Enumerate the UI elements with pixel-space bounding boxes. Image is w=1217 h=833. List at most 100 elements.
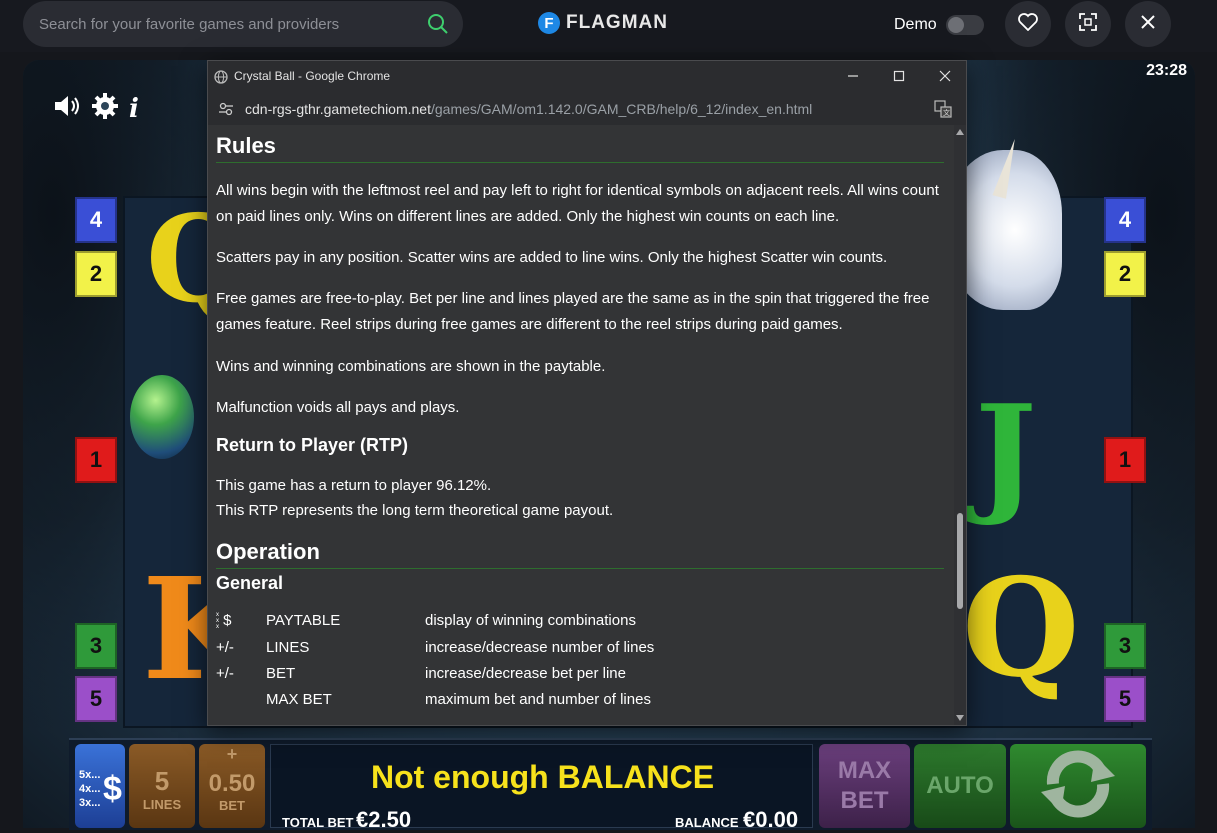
rtp-line-2: This RTP represents the long term theore… [216, 502, 614, 519]
help-table-name: MAX BET [266, 691, 332, 708]
line-badge-right-3[interactable]: 3 [1104, 623, 1146, 669]
rules-paragraph: Wins and winning combinations are shown … [216, 358, 606, 375]
help-table-row: +/- LINES increase/decrease number of li… [216, 635, 946, 661]
spin-icon [1035, 742, 1121, 831]
maximize-icon [893, 69, 905, 85]
window-title: Crystal Ball - Google Chrome [234, 69, 391, 83]
settings-gear-icon[interactable] [91, 92, 119, 125]
close-icon [939, 69, 951, 85]
site-topbar: Search for your favorite games and provi… [0, 0, 1217, 52]
help-table-icon: +/- [216, 639, 234, 656]
url-path: /games/GAM/om1.142.0/GAM_CRB/help/6_12/i… [430, 101, 813, 117]
browser-titlebar: Crystal Ball - Google Chrome [208, 61, 966, 93]
help-table-name: PAYTABLE [266, 612, 341, 629]
lines-label: LINES [142, 797, 182, 812]
scroll-thumb[interactable] [957, 513, 963, 609]
paytable-icon: xxx $ [216, 612, 232, 631]
spin-button[interactable] [1010, 744, 1146, 828]
rtp-line-1: This game has a return to player 96.12%. [216, 477, 492, 494]
help-table-row: xxx $ PAYTABLE display of winning combin… [216, 608, 946, 634]
window-close-button[interactable] [922, 65, 968, 89]
minimize-icon [847, 69, 859, 85]
rules-paragraph: Free games are free-to-play. Bet per lin… [216, 290, 930, 333]
logo-text: FLAGMAN [566, 12, 668, 33]
browser-window: Crystal Ball - Google Chrome cdn-rgs-gth… [207, 60, 967, 726]
rules-paragraph: All wins begin with the leftmost reel an… [216, 182, 939, 225]
bet-value: 0.50 [208, 769, 256, 797]
help-table-name: BET [266, 665, 296, 682]
bet-button[interactable]: + 0.50 BET [199, 744, 265, 828]
help-table-icon: +/- [216, 665, 234, 682]
dollar-icon: $ [103, 770, 122, 808]
help-table-desc: display of winning combinations [425, 612, 636, 629]
message-panel: Not enough BALANCE TOTAL BET €2.50 BALAN… [270, 744, 813, 832]
lines-button[interactable]: 5 LINES [129, 744, 195, 828]
translate-icon[interactable]: 文 [934, 100, 952, 123]
help-table-desc: increase/decrease bet per line [425, 665, 626, 682]
close-icon [1140, 14, 1156, 35]
site-info-icon[interactable] [218, 101, 234, 122]
line-badge-left-1[interactable]: 1 [75, 437, 117, 483]
search-input[interactable]: Search for your favorite games and provi… [23, 1, 463, 47]
rules-paragraph: Scatters pay in any position. Scatter wi… [216, 249, 888, 266]
bet-label: BET [219, 797, 245, 813]
logo-badge: F [538, 12, 560, 34]
search-icon[interactable] [427, 13, 449, 40]
url-text[interactable]: cdn-rgs-gthr.gametechiom.net/games/GAM/o… [245, 101, 812, 117]
line-badge-left-3[interactable]: 3 [75, 623, 117, 669]
line-badge-right-4[interactable]: 4 [1104, 197, 1146, 243]
help-table-name: LINES [266, 639, 310, 656]
paytable-button[interactable]: 5x... 4x... 3x... $ [75, 744, 125, 828]
scroll-down-arrow[interactable] [956, 715, 964, 721]
flagman-logo[interactable]: F FLAGMAN [538, 12, 668, 34]
demo-toggle[interactable] [946, 15, 984, 35]
help-table-desc: maximum bet and number of lines [425, 691, 651, 708]
heading-divider [216, 568, 944, 569]
maximize-button[interactable] [876, 65, 922, 89]
heading-divider [216, 162, 944, 163]
favorite-button[interactable] [1005, 1, 1051, 47]
symbol-j: J [975, 376, 1037, 529]
general-heading: General [216, 573, 284, 593]
speaker-icon[interactable] [53, 93, 81, 124]
paytable-icon-symbol: $ [223, 612, 232, 629]
crystal-ball-symbol [130, 375, 194, 459]
fullscreen-button[interactable] [1065, 1, 1111, 47]
search-placeholder: Search for your favorite games and provi… [39, 16, 340, 33]
help-table-row: +/- BET increase/decrease bet per line [216, 661, 946, 687]
line-badge-right-2[interactable]: 2 [1104, 251, 1146, 297]
globe-icon [214, 70, 228, 89]
help-table-row: MAX BET maximum bet and number of lines [216, 687, 946, 713]
line-badge-right-1[interactable]: 1 [1104, 437, 1146, 483]
content-scrollbar[interactable] [954, 125, 966, 725]
scroll-up-arrow[interactable] [956, 129, 964, 135]
toggle-knob [948, 17, 964, 33]
address-bar[interactable]: cdn-rgs-gthr.gametechiom.net/games/GAM/o… [208, 93, 966, 125]
operation-heading: Operation [216, 539, 320, 564]
max-bet-label-line2: BET [840, 787, 889, 814]
fullscreen-icon [1078, 12, 1098, 37]
paytable-multiplier: 4x... [79, 783, 101, 795]
paytable-multiplier: 3x... [79, 797, 101, 809]
svg-text:文: 文 [943, 108, 950, 117]
max-bet-button[interactable]: MAX BET [819, 744, 910, 828]
game-top-left-controls: i [53, 92, 139, 125]
info-icon[interactable]: i [129, 94, 139, 124]
balance-value: €0.00 [743, 807, 799, 832]
line-badge-left-2[interactable]: 2 [75, 251, 117, 297]
close-game-button[interactable] [1125, 1, 1171, 47]
heart-icon [1018, 12, 1038, 36]
paytable-multiplier: 5x... [79, 769, 101, 781]
line-badge-right-5[interactable]: 5 [1104, 676, 1146, 722]
bet-plus-icon: + [226, 744, 238, 764]
line-badge-left-4[interactable]: 4 [75, 197, 117, 243]
minimize-button[interactable] [830, 65, 876, 89]
auto-button[interactable]: AUTO [914, 744, 1006, 828]
status-message: Not enough BALANCE [370, 759, 715, 795]
help-page-content[interactable]: Rules All wins begin with the leftmost r… [208, 125, 954, 725]
max-bet-label-line1: MAX [837, 757, 892, 784]
line-badge-left-5[interactable]: 5 [75, 676, 117, 722]
total-bet-value: €2.50 [356, 807, 412, 832]
auto-label: AUTO [926, 772, 994, 799]
rules-paragraph: Malfunction voids all pays and plays. [216, 399, 460, 416]
